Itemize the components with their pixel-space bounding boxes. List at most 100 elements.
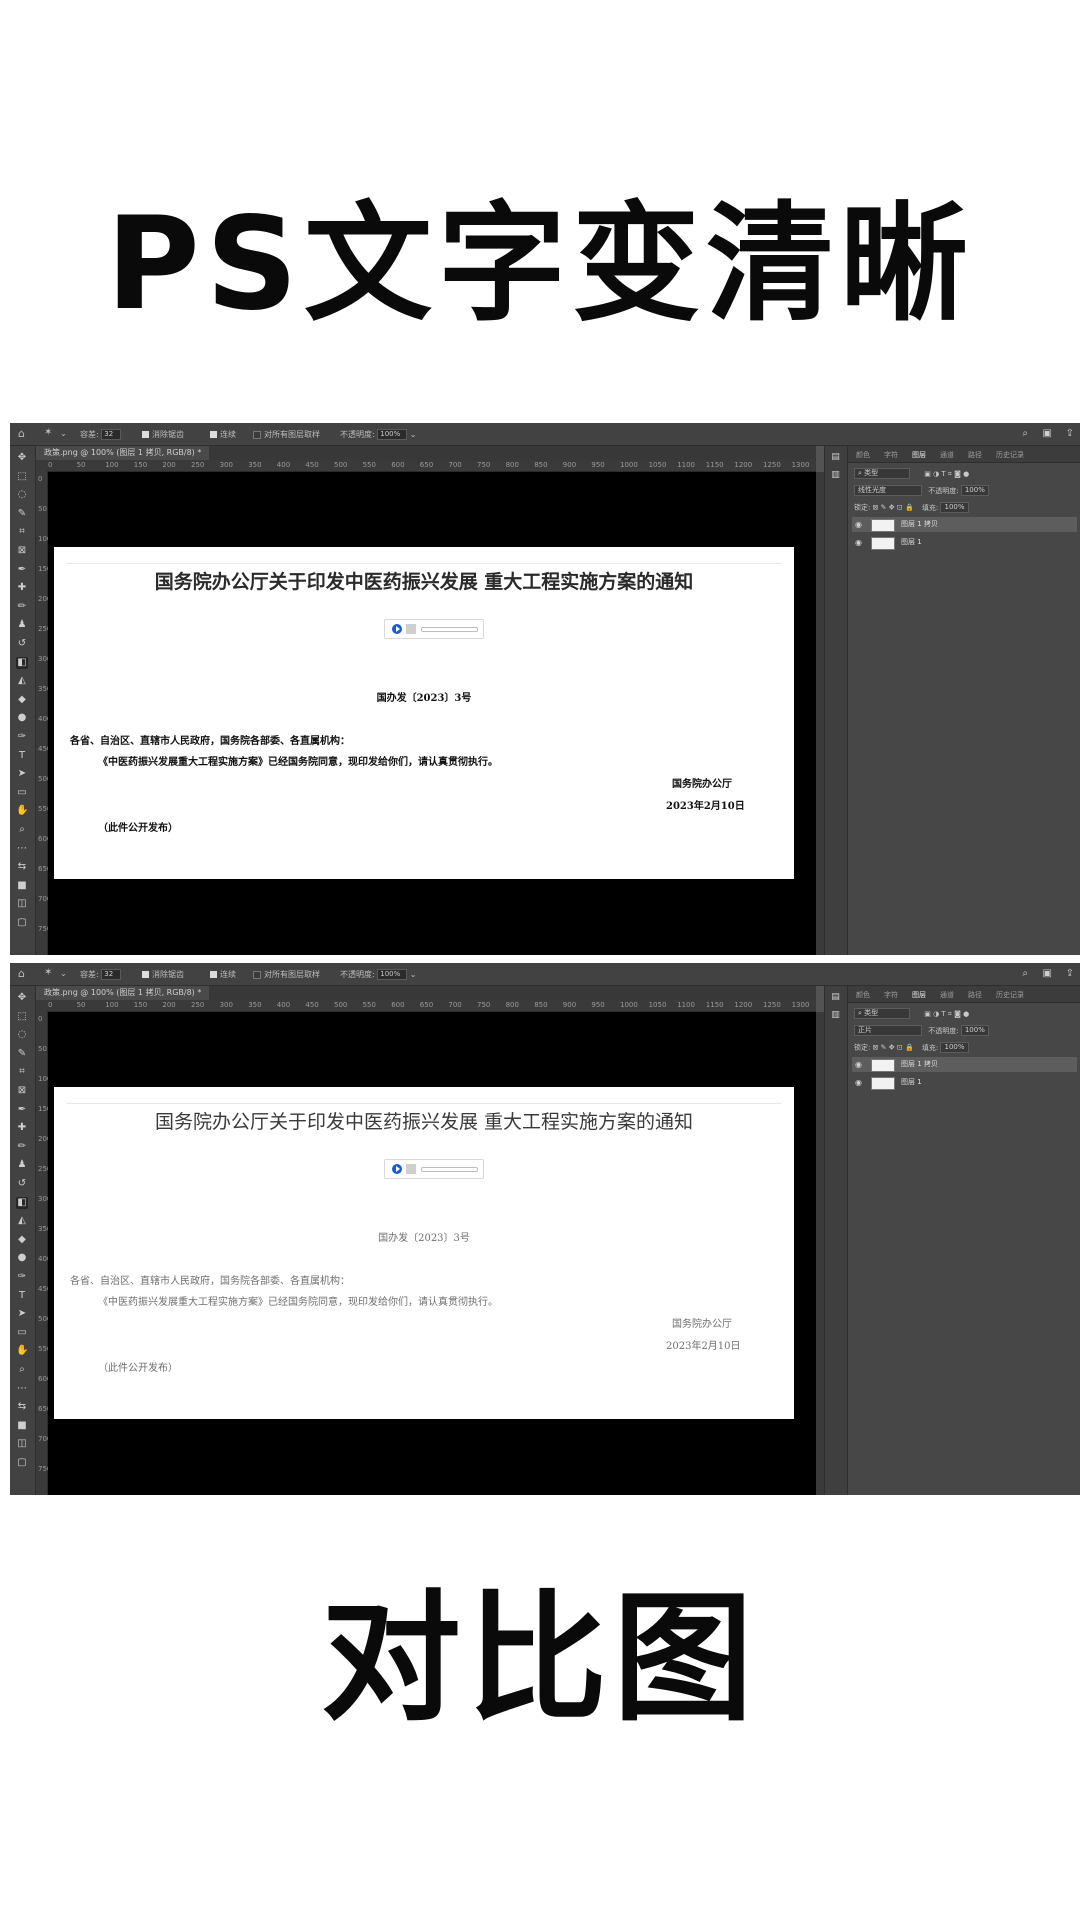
- layer-filter[interactable]: ⌕ 类型 ▣ ◑ T ⌗ ◙ ●: [854, 468, 969, 479]
- tolerance-field[interactable]: 容差: 32: [80, 969, 122, 980]
- crop-tool-icon[interactable]: ⌗: [16, 1066, 28, 1078]
- visibility-eye-icon[interactable]: ◉: [855, 535, 862, 550]
- progress-bar[interactable]: [421, 1167, 478, 1172]
- panel-tab[interactable]: 路径: [968, 990, 982, 1000]
- contiguous-checkbox[interactable]: 连续: [210, 969, 236, 980]
- quick-select-icon[interactable]: ✎: [16, 508, 28, 520]
- panel-tab[interactable]: 图层: [912, 450, 926, 460]
- zoom-tool-icon[interactable]: ⌕: [16, 824, 28, 836]
- share-icon[interactable]: ⇪: [1066, 968, 1074, 979]
- more-tools-icon[interactable]: ⋯: [16, 843, 28, 855]
- chevron-down-icon[interactable]: ⌄: [60, 429, 67, 438]
- color-swatch-icon[interactable]: ■: [16, 880, 28, 892]
- opacity-field[interactable]: 不透明度: 100% ⌄: [340, 969, 417, 980]
- history-brush-icon[interactable]: ↺: [16, 1178, 28, 1190]
- play-icon[interactable]: [392, 1164, 402, 1174]
- home-icon[interactable]: ⌂: [18, 427, 25, 440]
- visibility-eye-icon[interactable]: ◉: [855, 517, 862, 532]
- swap-colors-icon[interactable]: ⇆: [16, 1401, 28, 1413]
- blend-mode-row[interactable]: 正片 不透明度: 100%: [854, 1025, 989, 1036]
- marquee-tool-icon[interactable]: ⬚: [16, 1011, 28, 1023]
- anti-alias-checkbox[interactable]: 消除锯齿: [142, 969, 184, 980]
- color-swatch-icon[interactable]: ■: [16, 1420, 28, 1432]
- canvas[interactable]: 国务院办公厅关于印发中医药振兴发展 重大工程实施方案的通知 国办发〔2023〕3…: [48, 1012, 816, 1495]
- vertical-scrollbar[interactable]: [816, 1012, 824, 1495]
- canvas[interactable]: 国务院办公厅关于印发中医药振兴发展 重大工程实施方案的通知 国办发〔2023〕3…: [48, 472, 816, 955]
- magic-wand-icon[interactable]: ✶: [44, 967, 52, 978]
- workspace-icon[interactable]: ▣: [1043, 428, 1052, 439]
- quick-mask-icon[interactable]: ◫: [16, 898, 28, 910]
- blend-mode-row[interactable]: 线性光度 不透明度: 100%: [854, 485, 989, 496]
- fill-input[interactable]: 100%: [940, 1042, 969, 1053]
- visibility-eye-icon[interactable]: ◉: [855, 1075, 862, 1090]
- panel-tab[interactable]: 通道: [940, 990, 954, 1000]
- stop-icon[interactable]: [406, 624, 416, 634]
- history-brush-icon[interactable]: ↺: [16, 638, 28, 650]
- frame-tool-icon[interactable]: ⊠: [16, 1085, 28, 1097]
- blur-tool-icon[interactable]: ◆: [16, 694, 28, 706]
- share-icon[interactable]: ⇪: [1066, 428, 1074, 439]
- screen-mode-icon[interactable]: ▢: [16, 1457, 28, 1469]
- dodge-tool-icon[interactable]: ●: [16, 1252, 28, 1264]
- sample-all-checkbox[interactable]: 对所有图层取样: [253, 969, 320, 980]
- blend-mode-select[interactable]: 线性光度: [854, 485, 922, 496]
- vertical-scrollbar[interactable]: [816, 472, 824, 955]
- layer-row[interactable]: ◉ 图层 1: [852, 1075, 1077, 1090]
- visibility-eye-icon[interactable]: ◉: [855, 1057, 862, 1072]
- search-icon[interactable]: ⌕: [1022, 968, 1028, 979]
- opacity-input[interactable]: 100%: [960, 485, 989, 496]
- fill-input[interactable]: 100%: [940, 502, 969, 513]
- quick-mask-icon[interactable]: ◫: [16, 1438, 28, 1450]
- filter-icons[interactable]: ▣ ◑ T ⌗ ◙ ●: [924, 1010, 969, 1018]
- pen-tool-icon[interactable]: ✑: [16, 1271, 28, 1283]
- eraser-icon[interactable]: ◧: [16, 656, 28, 669]
- layer-row[interactable]: ◉ 图层 1 拷贝: [852, 1057, 1077, 1072]
- move-tool-icon[interactable]: ✥: [16, 992, 28, 1004]
- eraser-icon[interactable]: ◧: [16, 1196, 28, 1209]
- gradient-icon[interactable]: ◭: [16, 675, 28, 687]
- type-tool-icon[interactable]: T: [16, 750, 28, 762]
- move-tool-icon[interactable]: ✥: [16, 452, 28, 464]
- opacity-field[interactable]: 不透明度: 100% ⌄: [340, 429, 417, 440]
- sample-all-checkbox[interactable]: 对所有图层取样: [253, 429, 320, 440]
- document-tab[interactable]: 政策.png @ 100% (图层 1 拷贝, RGB/8) *: [36, 986, 816, 1000]
- swap-colors-icon[interactable]: ⇆: [16, 861, 28, 873]
- opacity-input[interactable]: 100%: [960, 1025, 989, 1036]
- marquee-tool-icon[interactable]: ⬚: [16, 471, 28, 483]
- screen-mode-icon[interactable]: ▢: [16, 917, 28, 929]
- type-tool-icon[interactable]: T: [16, 1290, 28, 1302]
- path-select-icon[interactable]: ➤: [16, 768, 28, 780]
- progress-bar[interactable]: [421, 627, 478, 632]
- blend-mode-select[interactable]: 正片: [854, 1025, 922, 1036]
- panel-tab[interactable]: 路径: [968, 450, 982, 460]
- more-tools-icon[interactable]: ⋯: [16, 1383, 28, 1395]
- healing-brush-icon[interactable]: ✚: [16, 582, 28, 594]
- history-icon[interactable]: ▤: [830, 992, 841, 1003]
- document-tab[interactable]: 政策.png @ 100% (图层 1 拷贝, RGB/8) *: [36, 446, 816, 460]
- chevron-down-icon[interactable]: ⌄: [60, 969, 67, 978]
- layer-row[interactable]: ◉ 图层 1 拷贝: [852, 517, 1077, 532]
- brush-tool-icon[interactable]: ✏: [16, 601, 28, 613]
- audio-player[interactable]: [384, 619, 484, 639]
- lock-row[interactable]: 锁定: ⊠ ✎ ✥ ⊡ 🔒 填充: 100%: [854, 502, 969, 513]
- panel-tab[interactable]: 历史记录: [996, 450, 1024, 460]
- panel-tab[interactable]: 字符: [884, 450, 898, 460]
- pen-tool-icon[interactable]: ✑: [16, 731, 28, 743]
- eyedropper-icon[interactable]: ✒: [16, 564, 28, 576]
- panel-tab[interactable]: 图层: [912, 990, 926, 1000]
- zoom-tool-icon[interactable]: ⌕: [16, 1364, 28, 1376]
- tolerance-field[interactable]: 容差: 32: [80, 429, 122, 440]
- lasso-tool-icon[interactable]: ◌: [16, 1029, 28, 1041]
- stamp-tool-icon[interactable]: ♟: [16, 619, 28, 631]
- play-icon[interactable]: [392, 624, 402, 634]
- layer-filter[interactable]: ⌕ 类型 ▣ ◑ T ⌗ ◙ ●: [854, 1008, 969, 1019]
- gradient-icon[interactable]: ◭: [16, 1215, 28, 1227]
- shape-tool-icon[interactable]: ▭: [16, 787, 28, 799]
- panel-tab[interactable]: 历史记录: [996, 990, 1024, 1000]
- workspace-icon[interactable]: ▣: [1043, 968, 1052, 979]
- anti-alias-checkbox[interactable]: 消除锯齿: [142, 429, 184, 440]
- lasso-tool-icon[interactable]: ◌: [16, 489, 28, 501]
- audio-player[interactable]: [384, 1159, 484, 1179]
- lock-row[interactable]: 锁定: ⊠ ✎ ✥ ⊡ 🔒 填充: 100%: [854, 1042, 969, 1053]
- path-select-icon[interactable]: ➤: [16, 1308, 28, 1320]
